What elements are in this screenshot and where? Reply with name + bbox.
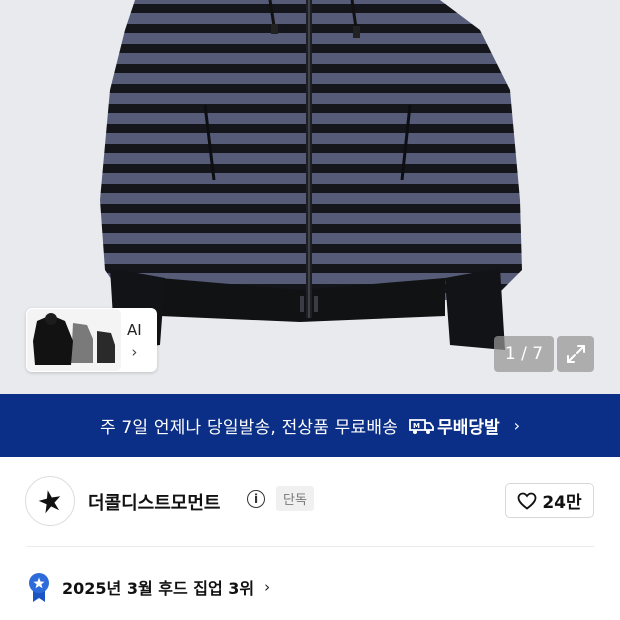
free-shipping-banner[interactable]: 주 7일 언제나 당일발송, 전상품 무료배송 M 무배당발 › [0,394,620,457]
chevron-right-icon: › [131,342,138,361]
variant-thumbnail-image[interactable] [27,309,121,371]
promo-text: 주 7일 언제나 당일발송, 전상품 무료배송 [99,418,399,438]
color-variant-thumbnails[interactable]: AI › [26,308,157,372]
chevron-right-icon: › [264,578,271,596]
store-info-row: 더콜디스트모먼트 i 단독 24만 [0,470,620,530]
brand-star-logo-icon [38,490,61,514]
ai-label: AI [127,320,142,339]
promo-badge: M 무배당발 [408,413,500,438]
chevron-right-icon: › [513,416,521,435]
image-counter: 1 / 7 [494,336,554,372]
info-icon[interactable]: i [247,490,265,508]
expand-icon [566,345,585,363]
ranking-row[interactable]: 2025년 3월 후드 집업 3위 › [26,570,270,604]
divider [26,546,594,547]
product-image-gallery[interactable]: AI › 1 / 7 [0,0,620,394]
svg-text:M: M [413,422,420,430]
delivery-truck-icon: M [409,418,434,434]
exclusive-badge: 단독 [276,486,314,511]
ranking-text: 2025년 3월 후드 집업 3위 [62,579,255,598]
ranking-medal-icon [29,573,49,602]
like-count: 24만 [542,493,582,513]
expand-image-button[interactable] [557,336,594,372]
like-button[interactable]: 24만 [505,483,594,518]
heart-icon [517,492,537,510]
promo-badge-label: 무배당발 [437,418,500,438]
store-name[interactable]: 더콜디스트모먼트 [88,489,220,515]
store-logo[interactable] [25,476,75,526]
